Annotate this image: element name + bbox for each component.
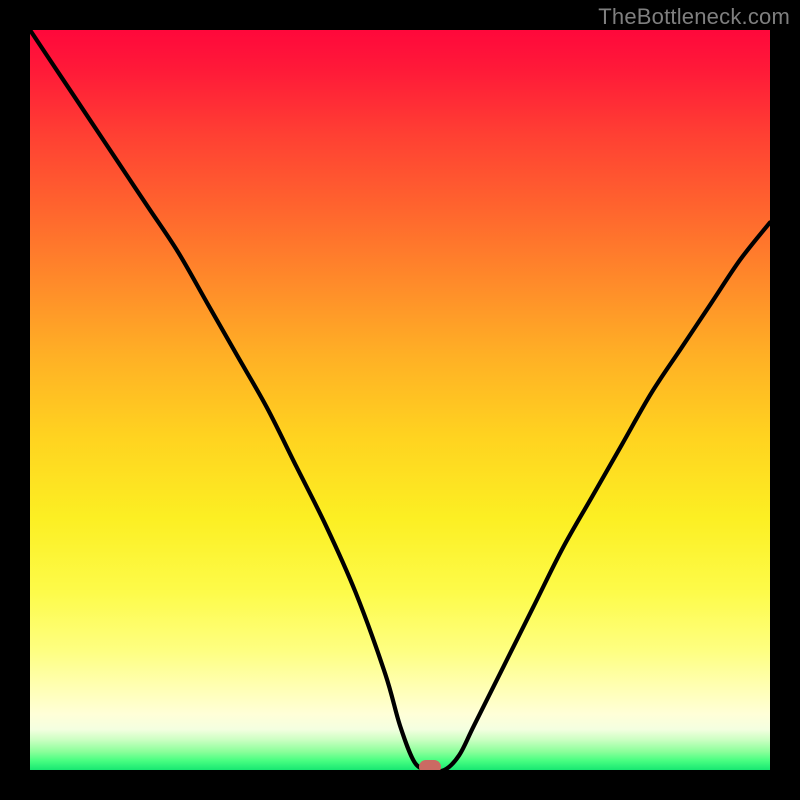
watermark-text: TheBottleneck.com	[598, 4, 790, 30]
chart-frame: TheBottleneck.com	[0, 0, 800, 800]
bottleneck-curve	[30, 30, 770, 770]
plot-area	[30, 30, 770, 770]
optimal-point-marker	[419, 760, 441, 770]
